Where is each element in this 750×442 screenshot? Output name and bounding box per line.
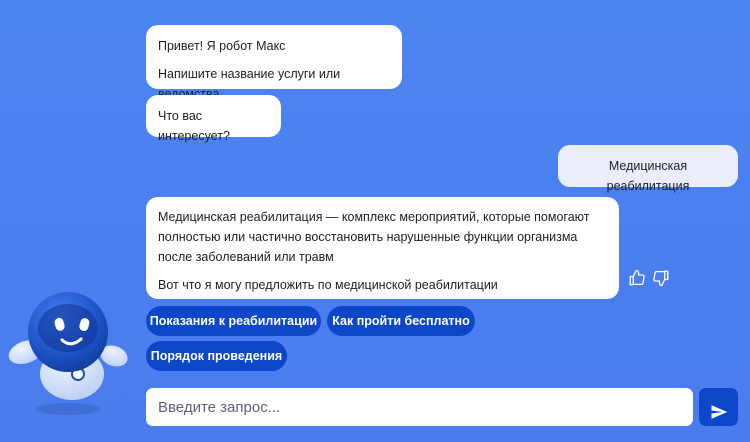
thumbs-down-icon[interactable] xyxy=(652,269,670,287)
bot-message: Медицинская реабилитация — комплекс меро… xyxy=(146,197,619,299)
message-input[interactable] xyxy=(146,388,693,426)
robot-max-avatar xyxy=(8,292,128,415)
bot-message: Привет! Я робот Макс Напишите название у… xyxy=(146,25,402,101)
message-line: Что вас интересует? xyxy=(158,109,230,143)
send-button[interactable] xyxy=(699,388,738,426)
bot-message: Что вас интересует? xyxy=(146,95,281,143)
suggestion-chip[interactable]: Порядок проведения xyxy=(146,341,287,371)
message-input-box xyxy=(146,388,693,426)
suggestion-chip[interactable]: Как пройти бесплатно xyxy=(327,306,475,336)
message-line: Медицинская реабилитация xyxy=(606,159,690,193)
chat-window: Привет! Я робот Макс Напишите название у… xyxy=(0,0,750,442)
suggestion-chip[interactable]: Показания к реабилитации xyxy=(146,306,321,336)
send-icon xyxy=(711,405,727,419)
thumbs-up-icon[interactable] xyxy=(628,269,646,287)
message-line: Медицинская реабилитация — комплекс меро… xyxy=(158,210,590,264)
message-line: Вот что я могу предложить по медицинской… xyxy=(158,278,498,292)
message-line: Привет! Я робот Макс xyxy=(158,39,286,53)
user-message: Медицинская реабилитация xyxy=(558,145,738,193)
